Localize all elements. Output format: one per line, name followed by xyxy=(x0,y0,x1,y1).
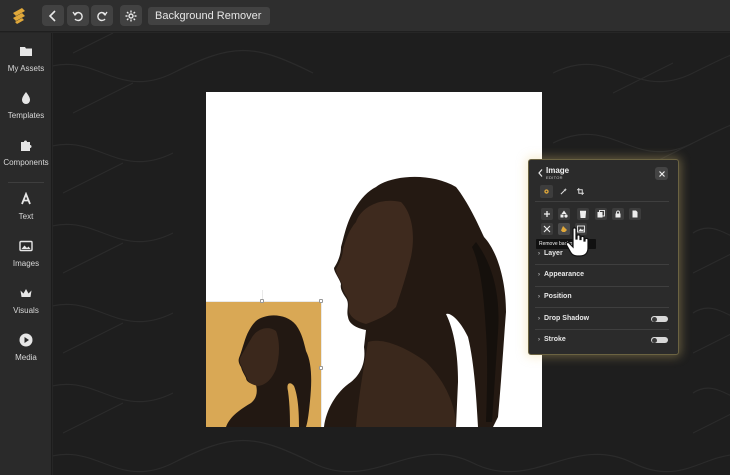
lock-button[interactable] xyxy=(612,208,624,220)
sidebar-item-media[interactable]: Media xyxy=(0,333,52,373)
back-button[interactable] xyxy=(42,5,64,26)
sidebar-item-label: Templates xyxy=(7,111,45,120)
sidebar-item-label: Images xyxy=(12,259,40,268)
selection-outline xyxy=(321,301,322,427)
artboard[interactable] xyxy=(206,92,542,427)
puzzle-icon xyxy=(21,140,32,151)
section-drop-shadow[interactable]: › Drop Shadow xyxy=(538,315,589,322)
sidebar-item-text[interactable]: Text xyxy=(0,192,52,232)
selection-outline xyxy=(206,301,322,302)
resize-handle-top[interactable] xyxy=(260,299,264,303)
panel-divider xyxy=(535,201,669,202)
lock-icon xyxy=(615,210,621,218)
section-position[interactable]: › Position xyxy=(538,293,572,300)
section-label: Position xyxy=(544,293,572,300)
file-icon xyxy=(632,210,638,218)
chevron-right-icon: › xyxy=(538,272,540,278)
thumbnail-portrait xyxy=(226,315,312,427)
toggle-knob xyxy=(652,316,657,322)
panel-title: Image xyxy=(546,166,570,175)
plus-icon xyxy=(544,211,550,217)
delete-button[interactable] xyxy=(577,208,589,220)
chevron-right-icon: › xyxy=(538,294,540,300)
add-button[interactable] xyxy=(541,208,553,220)
original-photo-thumbnail[interactable] xyxy=(206,301,322,427)
shapes-button[interactable] xyxy=(558,208,570,220)
tab-crop[interactable] xyxy=(574,185,587,198)
gear-icon xyxy=(125,10,137,21)
tab-adjust[interactable] xyxy=(540,185,553,198)
chevron-right-icon: › xyxy=(538,337,540,343)
magic-wand-icon xyxy=(560,188,567,195)
expand-button[interactable] xyxy=(541,223,553,235)
file-button[interactable] xyxy=(629,208,641,220)
hand-cursor-icon xyxy=(565,227,589,257)
image-editor-panel: Image EDITOR Remove background › Layer › A… xyxy=(528,159,679,355)
sidebar-item-images[interactable]: Images xyxy=(0,239,52,279)
section-label: Layer xyxy=(544,250,563,257)
sidebar-item-label: Visuals xyxy=(13,306,39,315)
toggle-knob xyxy=(652,337,657,343)
stroke-toggle[interactable] xyxy=(651,337,668,343)
app-logo[interactable] xyxy=(9,6,29,26)
sidebar-item-templates[interactable]: Templates xyxy=(0,91,52,131)
undo-button[interactable] xyxy=(67,5,89,26)
undo-icon xyxy=(72,11,83,21)
close-icon xyxy=(658,170,665,177)
text-icon xyxy=(21,192,31,205)
crown-icon xyxy=(20,289,32,297)
panel-divider xyxy=(535,307,669,308)
expand-icon xyxy=(543,225,551,233)
section-layer[interactable]: › Layer xyxy=(538,250,563,257)
copy-icon xyxy=(597,210,605,218)
sidebar: My Assets Templates Components Text Imag… xyxy=(0,33,52,475)
sidebar-item-label: Media xyxy=(15,353,37,362)
panel-divider xyxy=(535,329,669,330)
chevron-right-icon: › xyxy=(538,316,540,322)
sidebar-item-components[interactable]: Components xyxy=(0,138,52,178)
redo-icon xyxy=(97,11,108,21)
section-label: Stroke xyxy=(544,336,566,343)
shapes-icon xyxy=(560,210,568,218)
section-appearance[interactable]: › Appearance xyxy=(538,271,584,278)
drop-icon xyxy=(22,92,30,104)
sidebar-item-my-assets[interactable]: My Assets xyxy=(0,44,52,84)
chevron-left-icon xyxy=(48,9,56,22)
trash-icon xyxy=(579,210,587,218)
folder-icon xyxy=(20,47,32,56)
section-stroke[interactable]: › Stroke xyxy=(538,336,566,343)
gear-icon xyxy=(544,189,549,194)
panel-subtitle: EDITOR xyxy=(546,175,563,180)
redo-button[interactable] xyxy=(91,5,113,26)
play-icon xyxy=(19,333,33,347)
sidebar-item-visuals[interactable]: Visuals xyxy=(0,286,52,326)
chevron-left-icon[interactable] xyxy=(538,169,543,177)
sidebar-item-label: Text xyxy=(18,212,34,221)
duplicate-button[interactable] xyxy=(595,208,607,220)
section-label: Appearance xyxy=(544,271,585,278)
sidebar-item-label: Components xyxy=(3,158,49,167)
tab-effects[interactable] xyxy=(557,185,570,198)
panel-divider xyxy=(535,286,669,287)
resize-handle-top-right[interactable] xyxy=(319,299,323,303)
chevron-right-icon: › xyxy=(538,251,540,257)
sidebar-item-label: My Assets xyxy=(7,64,45,73)
close-button[interactable] xyxy=(655,167,668,180)
top-toolbar: Background Remover xyxy=(0,0,730,32)
image-icon xyxy=(19,240,33,252)
resize-handle-right[interactable] xyxy=(319,366,323,370)
document-title[interactable]: Background Remover xyxy=(148,7,270,25)
sidebar-divider xyxy=(8,182,44,183)
crop-icon xyxy=(577,188,584,195)
section-label: Drop Shadow xyxy=(544,315,590,322)
panel-divider xyxy=(535,264,669,265)
drop-shadow-toggle[interactable] xyxy=(651,316,668,322)
settings-button[interactable] xyxy=(120,5,142,26)
